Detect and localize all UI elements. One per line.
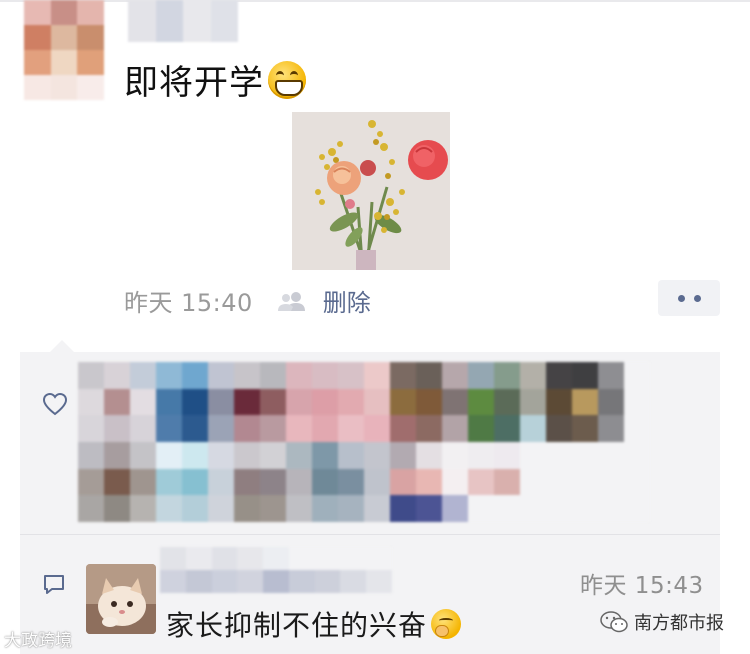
top-divider	[0, 0, 750, 2]
commenter-avatar[interactable]	[86, 564, 156, 634]
watermark-right-text: 南方都市报	[634, 613, 724, 634]
wechat-logo-icon	[600, 611, 628, 633]
delete-button[interactable]: 删除	[323, 283, 371, 318]
comment-text-content: 家长抑制不住的兴奋	[166, 609, 428, 642]
comment-icon	[42, 574, 66, 596]
poster-name[interactable]	[128, 0, 238, 42]
people-icon	[275, 290, 309, 312]
likes-comments-divider	[20, 534, 720, 535]
more-options-button[interactable]	[658, 280, 720, 316]
comment-text: 家长抑制不住的兴奋	[166, 604, 462, 644]
post-text-content: 即将开学	[124, 63, 264, 103]
post-photo[interactable]	[292, 112, 450, 270]
post-text: 即将开学	[124, 55, 306, 104]
post-meta: 昨天 15:40 删除	[124, 283, 371, 318]
heart-icon	[42, 392, 68, 418]
more-dots-icon	[677, 294, 685, 302]
commenter-name[interactable]	[160, 547, 392, 593]
watermark-left-text: 大政跨境	[4, 631, 72, 651]
panel-arrow	[50, 340, 74, 352]
post-time: 昨天 15:40	[124, 289, 253, 317]
poster-avatar[interactable]	[24, 0, 104, 100]
watermark-left: 大政跨境	[4, 626, 72, 651]
liker-avatars[interactable]	[78, 362, 650, 522]
thinking-face-icon	[431, 609, 462, 639]
watermark-right: 南方都市报	[600, 609, 724, 635]
grinning-face-icon	[268, 60, 306, 99]
comment-time: 昨天 15:43	[580, 573, 704, 599]
